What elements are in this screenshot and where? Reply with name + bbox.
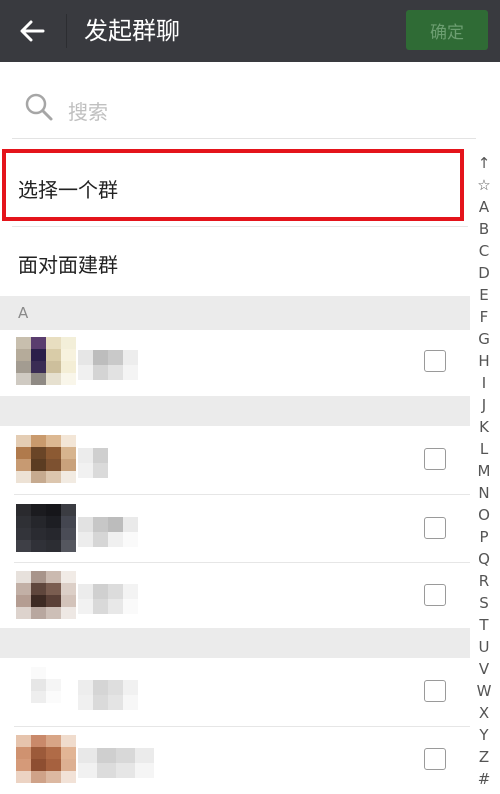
blurred-contact-name <box>78 350 138 380</box>
index-letter[interactable]: A <box>474 196 494 218</box>
index-letter[interactable]: X <box>474 702 494 724</box>
avatar <box>16 435 76 483</box>
index-letter[interactable]: ☆ <box>474 174 494 196</box>
avatar <box>16 337 76 385</box>
list-item[interactable] <box>0 728 470 794</box>
list-item[interactable] <box>0 330 470 396</box>
blurred-contact-name <box>78 748 154 778</box>
top-bar: 发起群聊 确定 <box>0 0 500 62</box>
select-checkbox[interactable] <box>424 680 446 702</box>
select-checkbox[interactable] <box>424 584 446 606</box>
list-item[interactable] <box>0 497 470 563</box>
index-letter[interactable]: E <box>474 284 494 306</box>
index-letter[interactable]: M <box>474 460 494 482</box>
index-letter[interactable]: D <box>474 262 494 284</box>
index-letter[interactable]: B <box>474 218 494 240</box>
blurred-contact-name <box>78 517 138 547</box>
index-letter[interactable]: T <box>474 614 494 636</box>
index-letter[interactable]: R <box>474 570 494 592</box>
search-input[interactable]: 搜索 <box>68 96 108 125</box>
list-item[interactable] <box>0 660 470 726</box>
section-header: A <box>0 296 470 330</box>
index-letter[interactable]: U <box>474 636 494 658</box>
row-divider <box>14 726 470 727</box>
blurred-contact-name <box>78 680 138 710</box>
index-letter[interactable]: P <box>474 526 494 548</box>
arrow-left-icon <box>20 20 45 42</box>
list-item[interactable] <box>0 428 470 494</box>
index-letter[interactable]: V <box>474 658 494 680</box>
index-letter[interactable]: J <box>474 394 494 416</box>
avatar <box>16 667 76 715</box>
index-letter[interactable]: I <box>474 372 494 394</box>
section-letter: A <box>18 304 29 322</box>
index-letter[interactable]: N <box>474 482 494 504</box>
confirm-button[interactable]: 确定 <box>406 10 488 50</box>
blurred-contact-name <box>78 448 138 478</box>
row-divider <box>14 494 470 495</box>
index-letter[interactable]: Z <box>474 746 494 768</box>
avatar <box>16 504 76 552</box>
index-letter[interactable]: H <box>474 350 494 372</box>
index-letter[interactable]: # <box>474 768 494 790</box>
select-checkbox[interactable] <box>424 517 446 539</box>
index-letter[interactable]: Q <box>474 548 494 570</box>
row-divider <box>12 226 468 227</box>
avatar <box>16 571 76 619</box>
search-icon <box>25 93 53 121</box>
select-group-label: 选择一个群 <box>18 178 118 202</box>
index-letter[interactable]: O <box>474 504 494 526</box>
index-letter[interactable]: F <box>474 306 494 328</box>
page-title: 发起群聊 <box>84 17 180 45</box>
index-letter[interactable]: L <box>474 438 494 460</box>
index-letter[interactable]: C <box>474 240 494 262</box>
blurred-contact-name <box>78 584 138 614</box>
back-button[interactable] <box>10 11 54 51</box>
select-checkbox[interactable] <box>424 448 446 470</box>
section-header <box>0 628 470 658</box>
row-divider <box>14 562 470 563</box>
face-to-face-group-option[interactable]: 面对面建群 <box>18 249 118 278</box>
alphabet-index-bar[interactable]: ↑ ☆ A B C D E F G H I J K L M N O P Q R S T U V W X Y Z # <box>474 152 494 790</box>
avatar <box>16 735 76 783</box>
index-letter[interactable]: K <box>474 416 494 438</box>
select-checkbox[interactable] <box>424 350 446 372</box>
select-checkbox[interactable] <box>424 748 446 770</box>
search-bar[interactable]: 搜索 <box>12 80 476 139</box>
index-letter[interactable]: Y <box>474 724 494 746</box>
list-item[interactable] <box>0 564 470 630</box>
section-header <box>0 396 470 426</box>
index-letter[interactable]: S <box>474 592 494 614</box>
header-divider <box>66 14 67 48</box>
index-letter[interactable]: W <box>474 680 494 702</box>
index-letter[interactable]: ↑ <box>474 152 494 174</box>
index-letter[interactable]: G <box>474 328 494 350</box>
